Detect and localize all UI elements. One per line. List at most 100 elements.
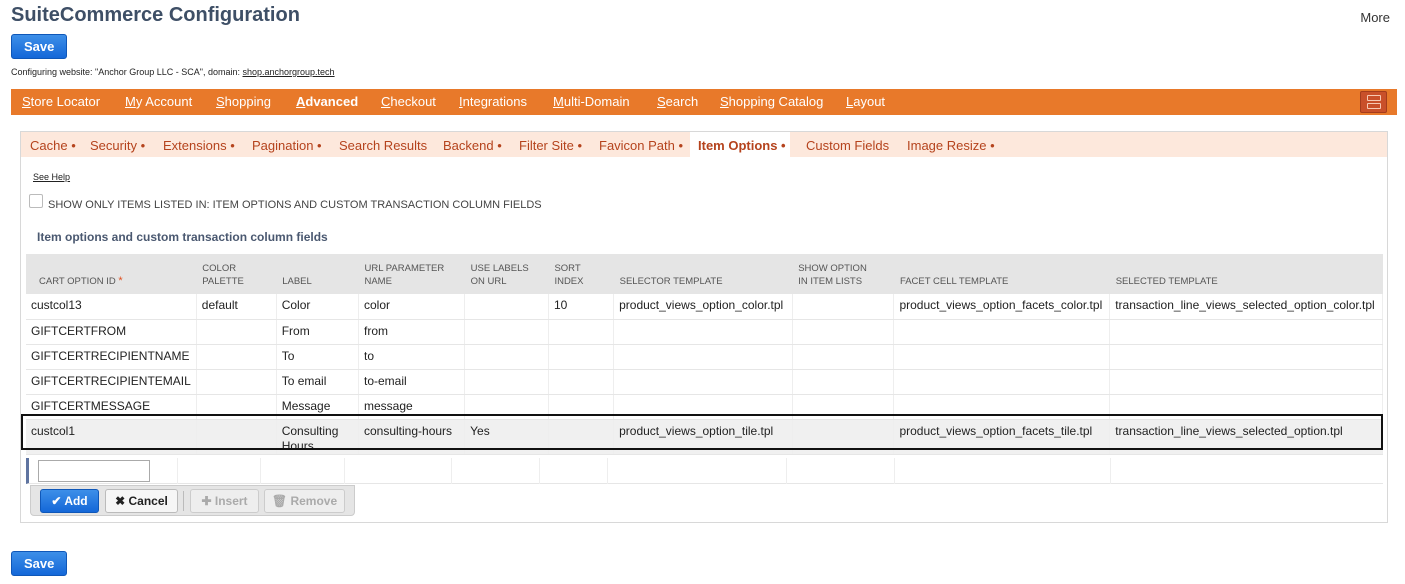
table-cell[interactable]: product_views_option_color.tpl — [613, 294, 793, 320]
table-row[interactable]: GIFTCERTFROM From from — [26, 319, 1383, 345]
table-cell[interactable]: product_views_option_tile.tpl — [613, 419, 793, 455]
table-cell[interactable]: custcol13 — [26, 294, 197, 320]
table-cell[interactable] — [893, 394, 1111, 420]
nav-item-search[interactable]: Search — [657, 94, 698, 109]
table-cell[interactable] — [613, 369, 793, 395]
table-cell[interactable] — [893, 344, 1111, 370]
table-cell[interactable] — [196, 419, 277, 455]
table-cell[interactable]: product_views_option_facets_tile.tpl — [893, 419, 1111, 455]
table-row[interactable]: GIFTCERTRECIPIENTNAME To to — [26, 344, 1383, 370]
table-cell[interactable]: from — [358, 319, 466, 345]
save-button-bottom[interactable]: Save — [11, 551, 68, 576]
table-cell[interactable] — [613, 344, 793, 370]
table-cell[interactable] — [893, 369, 1111, 395]
table-cell[interactable]: To email — [276, 369, 359, 395]
table-cell[interactable] — [464, 394, 549, 420]
column-header[interactable]: URL PARAMETER NAME — [358, 254, 465, 294]
table-cell[interactable] — [792, 344, 895, 370]
nav-item-advanced[interactable]: Advanced — [296, 94, 358, 109]
table-cell[interactable]: custcol1 — [26, 419, 197, 455]
table-cell[interactable]: transaction_line_views_selected_option.t… — [1109, 419, 1383, 455]
subtab-custom-fields[interactable]: Custom Fields — [806, 138, 889, 153]
table-row[interactable]: custcol1 Consulting Hours consulting-hours… — [26, 419, 1383, 455]
domain-link[interactable]: shop.anchorgroup.tech — [243, 67, 335, 77]
table-cell[interactable]: message — [358, 394, 466, 420]
column-header[interactable]: SELECTED TEMPLATE — [1109, 254, 1383, 294]
table-cell[interactable]: to-email — [358, 369, 466, 395]
table-cell[interactable] — [792, 369, 895, 395]
remove-button[interactable]: 🗑 Remove — [264, 489, 345, 513]
column-header[interactable]: CART OPTION ID * — [26, 254, 197, 294]
table-cell[interactable]: transaction_line_views_selected_option_c… — [1109, 294, 1383, 320]
nav-item-store-locator[interactable]: Store Locator — [22, 94, 100, 109]
table-cell[interactable] — [196, 369, 277, 395]
table-row[interactable]: GIFTCERTMESSAGE Message message — [26, 394, 1383, 420]
subtab-cache[interactable]: Cache • — [30, 138, 76, 153]
subtab-filter-site[interactable]: Filter Site • — [519, 138, 582, 153]
table-cell[interactable]: From — [276, 319, 359, 345]
table-cell[interactable] — [548, 369, 615, 395]
table-cell[interactable]: color — [358, 294, 466, 320]
table-cell[interactable] — [464, 294, 549, 320]
table-cell[interactable] — [792, 394, 895, 420]
column-header[interactable]: SELECTOR TEMPLATE — [613, 254, 793, 294]
column-header[interactable]: USE LABELS ON URL — [464, 254, 549, 294]
table-cell[interactable]: GIFTCERTRECIPIENTNAME — [26, 344, 197, 370]
nav-item-checkout[interactable]: Checkout — [381, 94, 436, 109]
table-cell[interactable] — [1109, 369, 1383, 395]
subtab-favicon-path[interactable]: Favicon Path • — [599, 138, 683, 153]
subtab-pagination[interactable]: Pagination • — [252, 138, 322, 153]
new-cart-option-id-input[interactable] — [38, 460, 150, 482]
table-cell[interactable]: 10 — [548, 294, 615, 320]
nav-item-shopping[interactable]: Shopping — [216, 94, 271, 109]
table-cell[interactable]: To — [276, 344, 359, 370]
column-header[interactable]: FACET CELL TEMPLATE — [893, 254, 1110, 294]
nav-item-layout[interactable]: Layout — [846, 94, 885, 109]
subtab-search-results[interactable]: Search Results — [339, 138, 427, 153]
table-cell[interactable] — [548, 319, 615, 345]
table-cell[interactable]: to — [358, 344, 466, 370]
add-button[interactable]: ✔ Add — [40, 489, 99, 513]
table-cell[interactable] — [792, 294, 895, 320]
nav-menu-button[interactable] — [1360, 91, 1387, 113]
table-row[interactable]: GIFTCERTRECIPIENTEMAIL To email to-email — [26, 369, 1383, 395]
table-cell[interactable]: GIFTCERTRECIPIENTEMAIL — [26, 369, 197, 395]
nav-item-my-account[interactable]: My Account — [125, 94, 192, 109]
table-cell[interactable] — [792, 419, 895, 455]
table-cell[interactable] — [613, 319, 793, 345]
table-cell[interactable]: Color — [276, 294, 359, 320]
nav-item-multi-domain[interactable]: Multi-Domain — [553, 94, 630, 109]
table-cell[interactable] — [196, 344, 277, 370]
column-header[interactable]: LABEL — [276, 254, 359, 294]
table-cell[interactable]: GIFTCERTFROM — [26, 319, 197, 345]
cancel-button[interactable]: ✖ Cancel — [105, 489, 178, 513]
table-cell[interactable] — [893, 319, 1111, 345]
insert-button[interactable]: ✚ Insert — [190, 489, 259, 513]
save-button-top[interactable]: Save — [11, 34, 68, 59]
table-cell[interactable] — [548, 394, 615, 420]
more-menu[interactable]: More — [1360, 10, 1390, 25]
table-cell[interactable] — [464, 319, 549, 345]
table-cell[interactable] — [196, 319, 277, 345]
subtab-backend[interactable]: Backend • — [443, 138, 502, 153]
table-cell[interactable] — [1109, 319, 1383, 345]
table-cell[interactable]: GIFTCERTMESSAGE — [26, 394, 197, 420]
show-only-checkbox[interactable] — [29, 194, 43, 208]
subtab-image-resize[interactable]: Image Resize • — [907, 138, 995, 153]
table-cell[interactable]: default — [196, 294, 277, 320]
table-cell[interactable] — [464, 369, 549, 395]
table-cell[interactable]: product_views_option_facets_color.tpl — [893, 294, 1111, 320]
table-cell[interactable] — [1109, 394, 1383, 420]
table-cell[interactable]: Message — [276, 394, 359, 420]
table-cell[interactable]: Consulting Hours — [276, 419, 359, 455]
column-header[interactable]: COLOR PALETTE — [196, 254, 277, 294]
table-cell[interactable]: consulting-hours — [358, 419, 466, 455]
table-cell[interactable] — [548, 344, 615, 370]
nav-item-integrations[interactable]: Integrations — [459, 94, 527, 109]
subtab-item-options[interactable]: Item Options • — [698, 138, 786, 153]
subtab-security[interactable]: Security • — [90, 138, 145, 153]
subtab-extensions[interactable]: Extensions • — [163, 138, 235, 153]
table-cell[interactable] — [792, 319, 895, 345]
table-cell[interactable] — [196, 394, 277, 420]
column-header[interactable]: SORT INDEX — [548, 254, 614, 294]
